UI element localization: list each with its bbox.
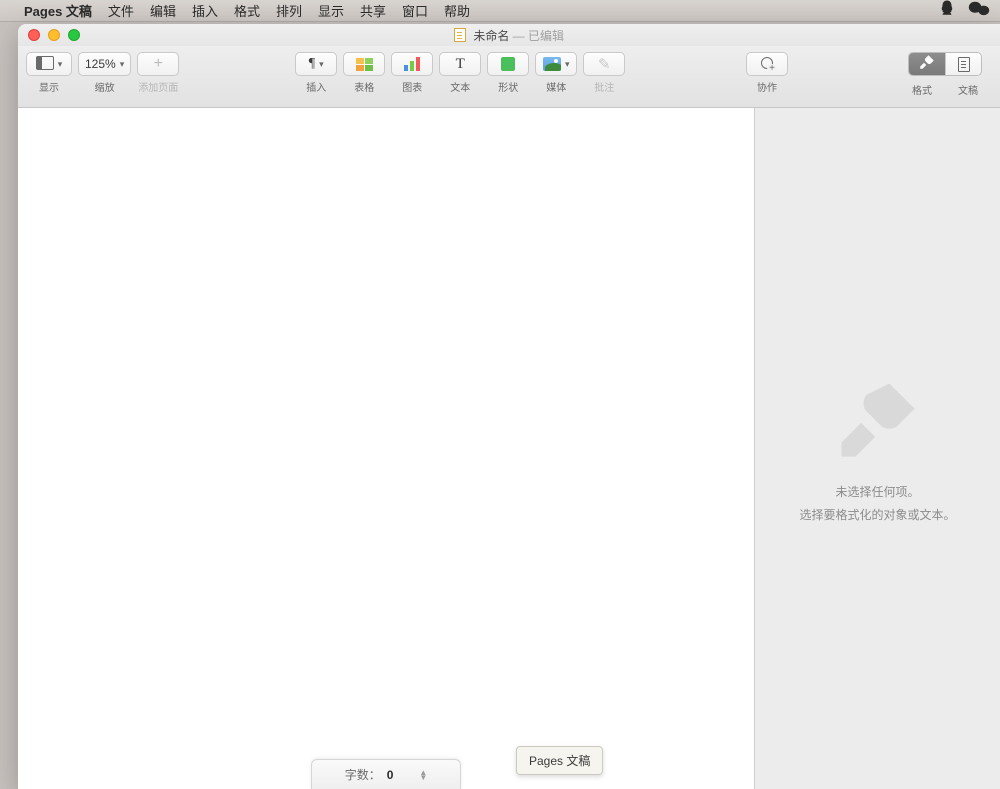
table-icon [356,58,373,71]
toolbar: ▾ 显示 125%▾ 缩放 + 添加页面 ¶▾ 插入 表格 图表 T 文本 [18,46,1000,108]
dock-tooltip: Pages 文稿 [516,746,603,775]
shape-icon [501,57,515,71]
chevron-down-icon: ▾ [565,59,570,70]
window-title-name[interactable]: 未命名 [473,29,509,43]
chevron-down-icon: ▾ [319,59,324,70]
chart-icon [404,57,420,71]
brush-icon [918,53,936,76]
insert-button[interactable]: ¶▾ [295,52,337,76]
text-label: 文本 [450,79,470,94]
insert-label: 插入 [306,79,326,94]
view-button[interactable]: ▾ [26,52,72,76]
chevron-down-icon: ▾ [58,59,63,70]
comment-icon: ✎ [598,55,611,73]
add-page-button[interactable]: + [137,52,179,76]
menu-insert[interactable]: 插入 [192,1,218,20]
chart-button[interactable] [391,52,433,76]
table-label: 表格 [354,79,374,94]
menu-file[interactable]: 文件 [108,1,134,20]
empty-brush-icon [833,375,923,465]
window-zoom-button[interactable] [68,29,80,41]
stepper-icon[interactable]: ▲▼ [419,770,427,780]
format-inspector-button[interactable] [909,53,945,75]
shape-label: 形状 [498,79,518,94]
document-label: 文稿 [950,82,986,97]
window-title-status: — 已编辑 [513,29,564,43]
format-inspector-panel: 未选择任何项。 选择要格式化的对象或文本。 [754,108,1000,789]
menu-edit[interactable]: 编辑 [150,1,176,20]
menu-view[interactable]: 显示 [318,1,344,20]
paragraph-icon: ¶ [309,56,315,72]
document-inspector-button[interactable] [945,53,981,75]
zoom-label: 缩放 [95,79,115,94]
collaborate-button[interactable] [746,52,788,76]
collaborate-icon [758,55,776,73]
comment-button[interactable]: ✎ [583,52,625,76]
shape-button[interactable] [487,52,529,76]
menu-format[interactable]: 格式 [234,1,260,20]
add-page-label: 添加页面 [138,79,178,94]
menu-arrange[interactable]: 排列 [276,1,302,20]
app-menu[interactable]: Pages 文稿 [24,1,92,20]
text-icon: T [456,56,465,73]
zoom-button[interactable]: 125% ▾ [78,52,131,76]
document-proxy-icon [454,28,466,42]
chevron-down-icon: ▾ [120,59,125,70]
chart-label: 图表 [402,79,422,94]
pages-window: 未命名 — 已编辑 ▾ 显示 125%▾ 缩放 + 添加页面 ¶▾ 插入 表格 … [18,24,1000,789]
window-minimize-button[interactable] [48,29,60,41]
text-button[interactable]: T [439,52,481,76]
status-bar: 字数： 0 ▲▼ [311,759,461,789]
menu-help[interactable]: 帮助 [444,1,470,20]
menu-share[interactable]: 共享 [360,1,386,20]
inspector-empty-title: 未选择任何项。 [835,483,919,500]
media-label: 媒体 [546,79,566,94]
document-body: 字数： 0 ▲▼ Pages 文稿 未选择任何项。 选择要格式化的对象或文本。 [18,108,1000,789]
menu-window[interactable]: 窗口 [402,1,428,20]
comment-label: 批注 [594,79,614,94]
table-button[interactable] [343,52,385,76]
system-menubar: Pages 文稿 文件 编辑 插入 格式 排列 显示 共享 窗口 帮助 [0,0,1000,22]
word-count-label: 字数： [345,766,381,783]
view-label: 显示 [39,79,59,94]
document-canvas[interactable]: 字数： 0 ▲▼ Pages 文稿 [18,108,754,789]
wechat-icon[interactable] [968,0,990,22]
format-label: 格式 [904,82,940,97]
word-count-value: 0 [387,768,394,782]
view-icon [36,56,54,73]
document-icon [958,57,970,72]
window-close-button[interactable] [28,29,40,41]
media-icon [543,57,561,71]
inspector-empty-subtitle: 选择要格式化的对象或文本。 [799,506,955,523]
qq-penguin-icon[interactable] [938,0,956,22]
window-title: 未命名 — 已编辑 [18,27,1000,44]
word-count-popover[interactable]: 字数： 0 ▲▼ [311,759,461,789]
zoom-value: 125% [85,57,116,71]
collaborate-label: 协作 [757,79,777,94]
plus-icon: + [154,55,163,73]
media-button[interactable]: ▾ [535,52,577,76]
window-titlebar: 未命名 — 已编辑 [18,24,1000,46]
